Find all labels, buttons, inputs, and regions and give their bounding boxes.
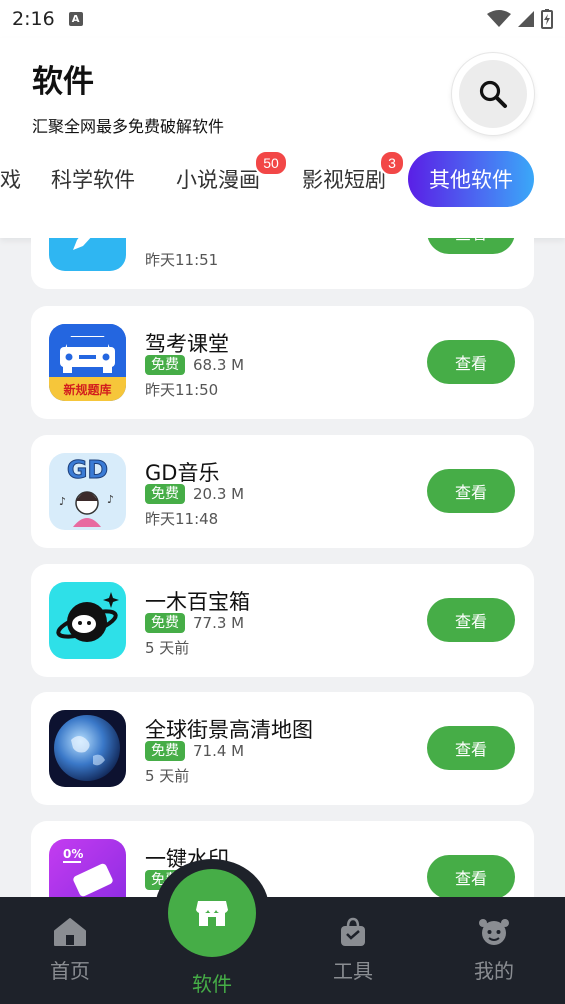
tab-label: 其他软件 bbox=[429, 168, 513, 192]
home-icon bbox=[54, 918, 86, 946]
tab-badge-count: 50 bbox=[254, 150, 288, 176]
tab-label: 游戏 bbox=[0, 168, 21, 192]
search-icon bbox=[479, 80, 507, 108]
nav-label: 工具 bbox=[333, 959, 373, 983]
app-update-time: 昨天11:48 bbox=[145, 510, 219, 528]
free-badge: 免费 bbox=[145, 484, 185, 504]
bag-icon bbox=[341, 917, 365, 946]
tab-games[interactable]: 游戏 bbox=[0, 151, 21, 207]
svg-text:♪: ♪ bbox=[107, 493, 114, 506]
free-badge: 免费 bbox=[145, 613, 185, 633]
app-meta: 免费 71.4 M bbox=[145, 741, 244, 761]
svg-text:♪: ♪ bbox=[59, 495, 66, 508]
nav-software-button[interactable] bbox=[168, 869, 256, 957]
app-meta: 免费 20.3 M bbox=[145, 484, 244, 504]
status-icons bbox=[487, 9, 553, 29]
tab-label: 科学软件 bbox=[51, 168, 135, 192]
nav-home[interactable]: 首页 bbox=[30, 917, 110, 984]
app-card[interactable]: 一木百宝箱 免费 77.3 M 5 天前 查看 bbox=[31, 564, 534, 677]
free-badge: 免费 bbox=[145, 355, 185, 375]
view-button[interactable]: 查看 bbox=[427, 238, 515, 254]
tab-video-shorts[interactable]: 影视短剧 bbox=[302, 151, 386, 207]
tab-label: 小说漫画 bbox=[176, 168, 260, 192]
nav-label: 我的 bbox=[474, 959, 514, 983]
tab-label: 影视短剧 bbox=[302, 168, 386, 192]
page-subtitle: 汇聚全网最多免费破解软件 bbox=[32, 117, 225, 136]
tab-badge-count: 3 bbox=[379, 150, 405, 176]
app-meta: 免费 77.3 M bbox=[145, 613, 244, 633]
app-update-time: 5 天前 bbox=[145, 639, 190, 657]
view-button[interactable]: 查看 bbox=[427, 469, 515, 513]
search-button[interactable] bbox=[452, 53, 534, 135]
app-icon-caption: 新规题库 bbox=[63, 383, 112, 397]
nav-mine[interactable]: 我的 bbox=[454, 917, 534, 984]
app-icon bbox=[49, 238, 126, 271]
app-card[interactable]: 全球街景高清地图 免费 71.4 M 5 天前 查看 bbox=[31, 692, 534, 805]
header: 软件 汇聚全网最多免费破解软件 游戏 科学软件 小说漫画 50 影视短剧 3 其… bbox=[0, 38, 565, 238]
tab-novels-comics[interactable]: 小说漫画 bbox=[176, 151, 260, 207]
status-bar: 2:16 A bbox=[0, 0, 565, 38]
tab-other-software[interactable]: 其他软件 bbox=[408, 151, 534, 207]
app-icon: 0% bbox=[49, 839, 126, 897]
view-button[interactable]: 查看 bbox=[427, 726, 515, 770]
store-icon bbox=[196, 901, 228, 926]
profile-icon bbox=[479, 919, 509, 945]
app-meta: 免费 68.3 M bbox=[145, 355, 244, 375]
app-icon: 新规题库 bbox=[49, 324, 126, 401]
app-size: 77.3 M bbox=[193, 614, 245, 632]
view-button[interactable]: 查看 bbox=[427, 340, 515, 384]
app-size: 71.4 M bbox=[193, 742, 245, 760]
battery-icon bbox=[541, 9, 553, 29]
app-update-time: 昨天11:50 bbox=[145, 381, 219, 399]
app-icon bbox=[49, 582, 126, 659]
app-list: 昨天11:51 查看 新规题库 驾考课堂 免费 68.3 M 昨天11: bbox=[0, 238, 565, 897]
free-badge: 免费 bbox=[145, 741, 185, 761]
app-size: 20.3 M bbox=[193, 485, 245, 503]
nav-label-software[interactable]: 软件 bbox=[172, 968, 252, 997]
app-card[interactable]: 0% 一键水印 免费 查看 bbox=[31, 821, 534, 897]
app-card[interactable]: 新规题库 驾考课堂 免费 68.3 M 昨天11:50 查看 bbox=[31, 306, 534, 419]
app-icon bbox=[49, 710, 126, 787]
app-name: 一木百宝箱 bbox=[145, 590, 250, 614]
tab-science-software[interactable]: 科学软件 bbox=[51, 151, 135, 207]
app-size: 68.3 M bbox=[193, 356, 245, 374]
app-icon: GD ♪ ♪ bbox=[49, 453, 126, 530]
app-name: 驾考课堂 bbox=[145, 332, 229, 356]
page-title: 软件 bbox=[32, 64, 94, 100]
view-button[interactable]: 查看 bbox=[427, 598, 515, 642]
app-name: GD音乐 bbox=[145, 461, 220, 485]
view-button[interactable]: 查看 bbox=[427, 855, 515, 897]
search-button-inner bbox=[459, 60, 527, 128]
app-name: 全球街景高清地图 bbox=[145, 718, 313, 742]
status-time: 2:16 bbox=[12, 8, 55, 30]
nav-tools[interactable]: 工具 bbox=[313, 917, 393, 984]
app-card[interactable]: GD ♪ ♪ GD音乐 免费 20.3 M 昨天11:48 查看 bbox=[31, 435, 534, 548]
wifi-icon bbox=[487, 10, 511, 27]
app-update-time: 5 天前 bbox=[145, 767, 190, 785]
app-card[interactable]: 昨天11:51 查看 bbox=[31, 238, 534, 289]
bottom-nav: 首页 工具 我的 bbox=[0, 897, 565, 1004]
notification-icon: A bbox=[68, 12, 83, 26]
nav-label: 首页 bbox=[50, 959, 90, 983]
app-update-time: 昨天11:51 bbox=[145, 251, 219, 269]
signal-icon bbox=[518, 11, 534, 27]
